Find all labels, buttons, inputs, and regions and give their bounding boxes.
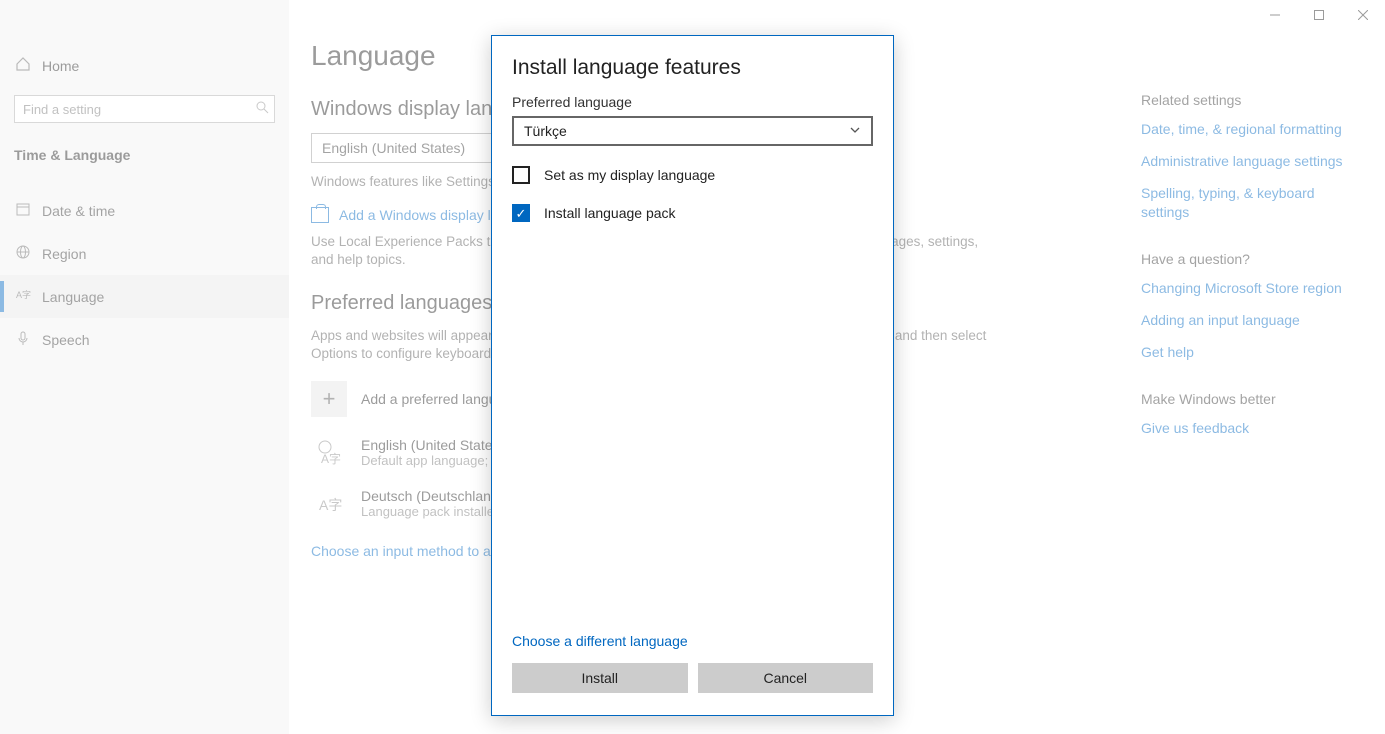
checkbox-display-language-row[interactable]: Set as my display language [512,166,873,184]
related-heading: Related settings [1141,92,1351,108]
choose-different-language-link[interactable]: Choose a different language [512,633,873,649]
language-glyph-icon: A字 [311,488,347,519]
home-label: Home [42,58,79,74]
link-feedback[interactable]: Give us feedback [1141,419,1351,437]
lang-sub: Language pack installed [361,504,503,519]
home-nav[interactable]: Home [0,48,289,83]
clock-icon [14,201,32,220]
install-language-dialog: Install language features Preferred lang… [491,35,894,716]
svg-text:A字: A字 [319,497,342,513]
svg-text:A字: A字 [321,451,341,466]
preferred-language-label: Preferred language [512,94,873,110]
cb-pack-label: Install language pack [544,205,676,221]
nav-label: Language [42,289,104,305]
globe-icon [14,244,32,263]
plus-icon: + [311,381,347,417]
link-spelling-typing[interactable]: Spelling, typing, & keyboard settings [1141,184,1351,220]
checkbox-checked[interactable] [512,204,530,222]
link-input-language[interactable]: Adding an input language [1141,311,1351,329]
search-container [14,95,275,123]
link-get-help[interactable]: Get help [1141,343,1351,361]
store-icon [311,207,329,223]
search-input[interactable] [14,95,275,123]
display-language-value: English (United States) [322,140,465,156]
nav-label: Date & time [42,203,115,219]
svg-text:A字: A字 [16,289,31,300]
search-icon [256,101,269,117]
category-label: Time & Language [0,139,289,171]
chevron-down-icon [849,123,861,139]
cb-display-label: Set as my display language [544,167,715,183]
checkbox-unchecked[interactable] [512,166,530,184]
cancel-button[interactable]: Cancel [698,663,874,693]
dialog-title: Install language features [512,56,873,80]
home-icon [14,56,32,75]
nav-label: Region [42,246,86,262]
language-glyph-icon: A字 [311,437,347,468]
selected-language: Türkçe [524,123,567,139]
better-heading: Make Windows better [1141,391,1351,407]
sidebar: Home Time & Language Date & time Region … [0,0,289,734]
link-admin-language[interactable]: Administrative language settings [1141,152,1351,170]
language-icon: A字 [14,287,32,306]
install-button[interactable]: Install [512,663,688,693]
nav-label: Speech [42,332,89,348]
lang-name: Deutsch (Deutschland) [361,488,503,504]
nav-language[interactable]: A字 Language [0,275,289,318]
link-store-region[interactable]: Changing Microsoft Store region [1141,279,1351,297]
nav-date-time[interactable]: Date & time [0,189,289,232]
link-date-time-formatting[interactable]: Date, time, & regional formatting [1141,120,1351,138]
nav-speech[interactable]: Speech [0,318,289,361]
checkbox-language-pack-row[interactable]: Install language pack [512,204,873,222]
nav-region[interactable]: Region [0,232,289,275]
right-panel: Related settings Date, time, & regional … [1141,92,1351,452]
preferred-language-select[interactable]: Türkçe [512,116,873,146]
question-heading: Have a question? [1141,251,1351,267]
mic-icon [14,330,32,349]
